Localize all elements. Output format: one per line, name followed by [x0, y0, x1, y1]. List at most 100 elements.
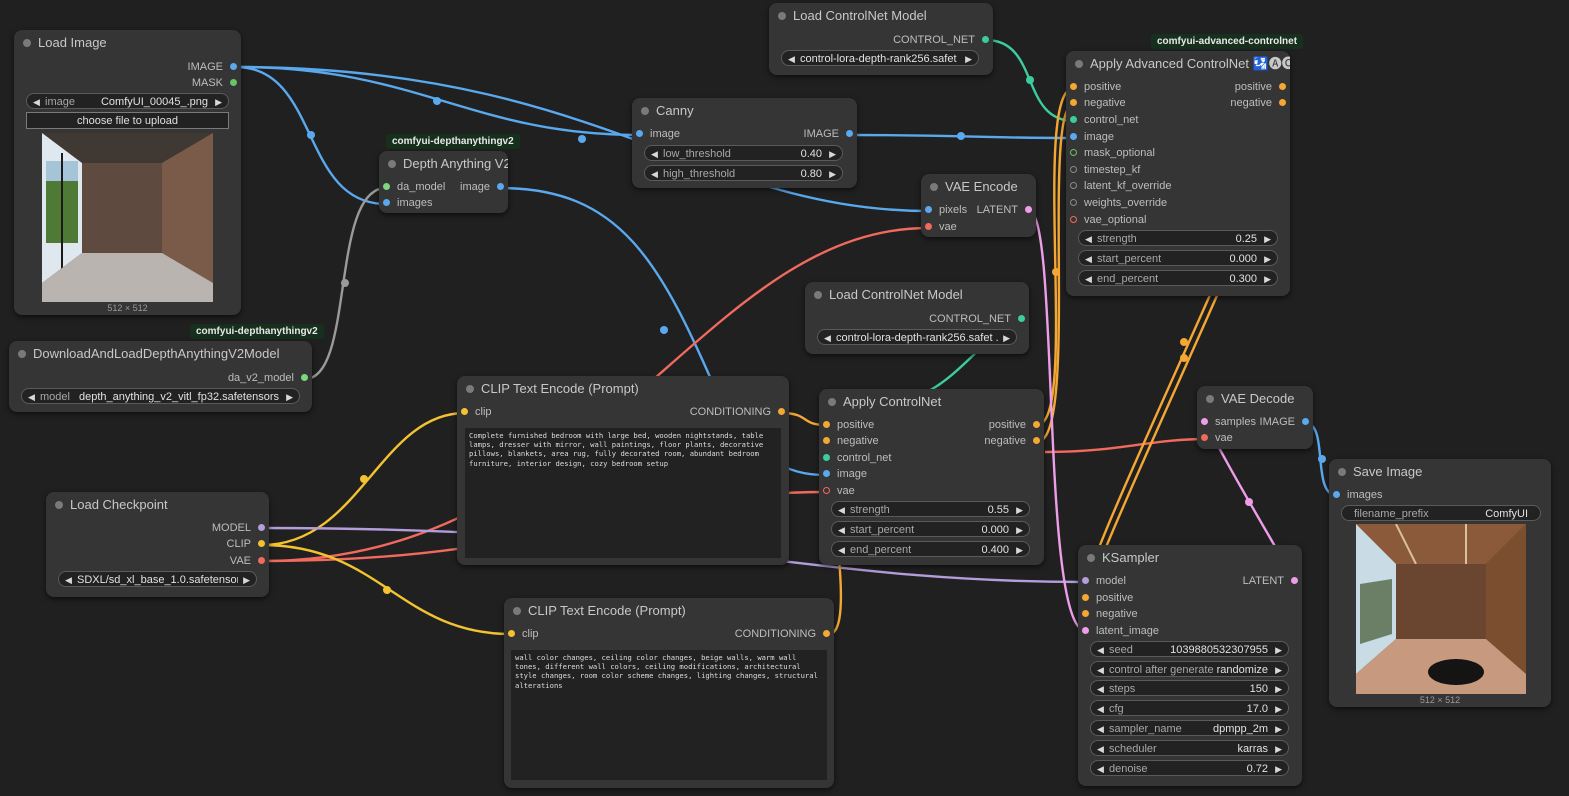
collapse-dot[interactable]	[388, 160, 396, 168]
arrow-right-icon[interactable]: ▶	[1275, 662, 1282, 676]
arrow-right-icon[interactable]: ▶	[1275, 721, 1282, 735]
input-pin[interactable]	[823, 470, 830, 477]
output-image[interactable]: IMAGE	[804, 128, 853, 140]
arrow-right-icon[interactable]: ▶	[1264, 271, 1271, 285]
node-title[interactable]: Load Checkpoint	[46, 492, 269, 518]
input-pin[interactable]	[823, 437, 830, 444]
node-title[interactable]: Load ControlNet Model	[805, 282, 1029, 308]
output-image[interactable]: IMAGE	[1260, 416, 1309, 428]
output-pin[interactable]	[1279, 99, 1286, 106]
input-positive[interactable]: positive	[1082, 592, 1133, 604]
upload-button[interactable]: choose file to upload	[26, 112, 229, 129]
output-conditioning[interactable]: CONDITIONING	[690, 406, 785, 418]
arrow-right-icon[interactable]: ▶	[1275, 761, 1282, 775]
node-title[interactable]: Depth Anything V2	[379, 151, 508, 177]
input-pin[interactable]	[1201, 434, 1208, 441]
output-da-v2-model[interactable]: da_v2_model	[228, 372, 308, 384]
cfg-field[interactable]: ◀ cfg 17.0 ▶	[1090, 700, 1289, 716]
node-title[interactable]: VAE Encode	[921, 174, 1036, 200]
input-pin[interactable]	[1082, 627, 1089, 634]
arrow-left-icon[interactable]: ◀	[838, 522, 845, 536]
arrow-left-icon[interactable]: ◀	[33, 94, 40, 108]
end-percent-slider[interactable]: ◀ end_percent 0.400 ▶	[831, 541, 1030, 557]
node-apply-advanced-controlnet[interactable]: Apply Advanced ControlNet 🛂🅐🅒🅝 positive …	[1066, 51, 1290, 296]
start-percent-slider[interactable]: ◀ start_percent 0.000 ▶	[831, 521, 1030, 537]
sampler-name-select[interactable]: ◀ sampler_name dpmpp_2m ▶	[1090, 720, 1289, 736]
input-pin[interactable]	[1070, 133, 1077, 140]
collapse-dot[interactable]	[466, 385, 474, 393]
image-select[interactable]: ◀ image ComfyUI_00045_.png ▶	[26, 93, 229, 109]
output-pin[interactable]	[497, 183, 504, 190]
collapse-dot[interactable]	[814, 291, 822, 299]
control-after-generate-select[interactable]: ◀ control after generate randomize ▶	[1090, 661, 1289, 677]
steps-field[interactable]: ◀ steps 150 ▶	[1090, 680, 1289, 696]
output-positive[interactable]: positive	[989, 419, 1040, 431]
node-download-depth-model[interactable]: DownloadAndLoadDepthAnythingV2Model da_v…	[9, 341, 312, 412]
checkpoint-select[interactable]: ◀ SDXL/sd_xl_base_1.0.safetensors ▶	[58, 571, 257, 587]
output-pin[interactable]	[1025, 206, 1032, 213]
input-pin[interactable]	[383, 199, 390, 206]
positive-prompt-textarea[interactable]: Complete furnished bedroom with large be…	[465, 428, 781, 558]
arrow-left-icon[interactable]: ◀	[65, 572, 72, 586]
node-ksampler[interactable]: KSampler model positive negative latent_…	[1078, 545, 1302, 786]
collapse-dot[interactable]	[641, 107, 649, 115]
input-pin[interactable]	[1070, 83, 1077, 90]
output-model[interactable]: MODEL	[212, 522, 265, 534]
input-negative[interactable]: negative	[823, 435, 879, 447]
output-pin[interactable]	[823, 630, 830, 637]
output-conditioning[interactable]: CONDITIONING	[735, 628, 830, 640]
arrow-left-icon[interactable]: ◀	[824, 330, 831, 344]
node-title[interactable]: Apply ControlNet	[819, 389, 1044, 415]
input-pin[interactable]	[1070, 149, 1077, 156]
node-save-image[interactable]: Save Image images filename_prefix ComfyUI…	[1329, 459, 1551, 707]
input-pin[interactable]	[636, 130, 643, 137]
collapse-dot[interactable]	[1075, 60, 1083, 68]
arrow-right-icon[interactable]: ▶	[1264, 251, 1271, 265]
arrow-right-icon[interactable]: ▶	[1003, 330, 1010, 344]
arrow-left-icon[interactable]: ◀	[1097, 721, 1104, 735]
input-latent-image[interactable]: latent_image	[1082, 625, 1159, 637]
strength-slider[interactable]: ◀ strength 0.25 ▶	[1078, 230, 1278, 246]
input-clip[interactable]: clip	[461, 406, 492, 418]
output-clip[interactable]: CLIP	[227, 538, 265, 550]
input-images[interactable]: images	[383, 197, 432, 209]
output-pin[interactable]	[1279, 83, 1286, 90]
low-threshold-slider[interactable]: ◀ low_threshold 0.40 ▶	[644, 145, 843, 161]
arrow-left-icon[interactable]: ◀	[838, 542, 845, 556]
input-pin[interactable]	[925, 223, 932, 230]
node-title[interactable]: Load Image	[14, 30, 241, 56]
input-pin[interactable]	[1082, 610, 1089, 617]
output-vae[interactable]: VAE	[230, 555, 265, 567]
arrow-left-icon[interactable]: ◀	[1085, 271, 1092, 285]
output-control-net[interactable]: CONTROL_NET	[893, 34, 989, 46]
output-positive[interactable]: positive	[1235, 81, 1286, 93]
node-clip-text-encode-positive[interactable]: CLIP Text Encode (Prompt) clip CONDITION…	[457, 376, 789, 565]
node-load-image[interactable]: Load Image IMAGE MASK ◀ image ComfyUI_0004…	[14, 30, 241, 315]
output-pin[interactable]	[982, 36, 989, 43]
node-title[interactable]: Save Image	[1329, 459, 1551, 485]
output-pin[interactable]	[230, 79, 237, 86]
arrow-left-icon[interactable]: ◀	[651, 146, 658, 160]
input-image[interactable]: image	[823, 468, 867, 480]
negative-prompt-textarea[interactable]: wall color changes, ceiling color change…	[511, 650, 827, 780]
arrow-right-icon[interactable]: ▶	[1275, 681, 1282, 695]
node-load-controlnet-2[interactable]: Load ControlNet Model CONTROL_NET ◀ contr…	[805, 282, 1029, 354]
input-vae-optional[interactable]: vae_optional	[1070, 214, 1146, 226]
input-vae[interactable]: vae	[823, 485, 855, 497]
arrow-right-icon[interactable]: ▶	[243, 572, 250, 586]
collapse-dot[interactable]	[513, 607, 521, 615]
input-positive[interactable]: positive	[1070, 81, 1121, 93]
arrow-right-icon[interactable]: ▶	[1275, 701, 1282, 715]
arrow-right-icon[interactable]: ▶	[1016, 522, 1023, 536]
arrow-left-icon[interactable]: ◀	[1085, 231, 1092, 245]
input-pin[interactable]	[383, 183, 390, 190]
input-pin[interactable]	[1070, 166, 1077, 173]
input-control-net[interactable]: control_net	[1070, 114, 1138, 126]
collapse-dot[interactable]	[1087, 554, 1095, 562]
input-pin[interactable]	[925, 206, 932, 213]
output-pin[interactable]	[301, 374, 308, 381]
input-pixels[interactable]: pixels	[925, 204, 967, 216]
output-pin[interactable]	[258, 540, 265, 547]
node-depth-anything[interactable]: Depth Anything V2 da_model images image	[379, 151, 508, 213]
input-pin[interactable]	[1070, 199, 1077, 206]
